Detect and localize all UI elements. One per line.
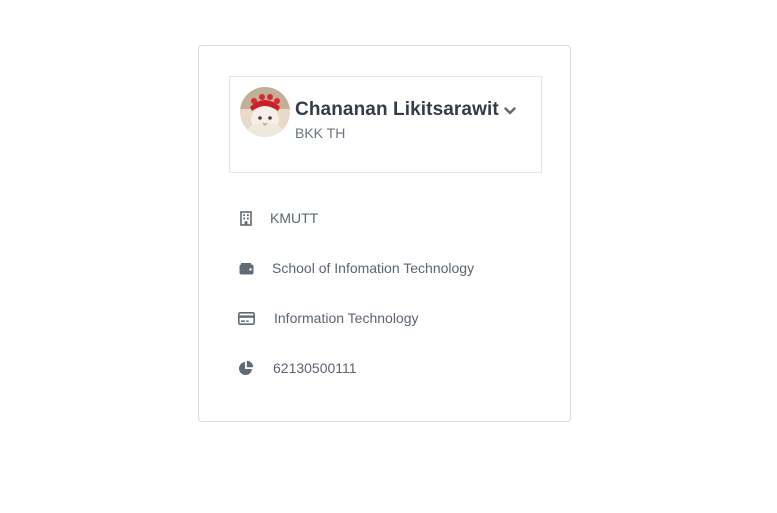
detail-text: Information Technology xyxy=(274,310,419,326)
pie-chart-icon xyxy=(237,360,255,376)
detail-student-id: 62130500111 xyxy=(237,358,357,378)
detail-text: School of Infomation Technology xyxy=(272,260,475,276)
detail-program: Information Technology xyxy=(237,308,419,328)
chevron-down-icon[interactable] xyxy=(504,106,516,116)
detail-university: KMUTT xyxy=(237,208,318,228)
wallet-icon xyxy=(237,260,255,276)
credit-card-icon xyxy=(237,310,255,326)
name-row: Chananan Likitsarawit xyxy=(295,99,516,121)
detail-text: KMUTT xyxy=(270,210,319,226)
avatar[interactable] xyxy=(240,87,290,137)
detail-school: School of Infomation Technology xyxy=(237,258,474,278)
profile-card: Chananan Likitsarawit BKK TH KMUTT Schoo… xyxy=(198,45,571,422)
detail-text: 62130500111 xyxy=(273,360,357,376)
profile-name: Chananan Likitsarawit xyxy=(295,99,499,120)
profile-header: Chananan Likitsarawit BKK TH xyxy=(229,76,542,173)
profile-location: BKK TH xyxy=(295,125,346,141)
building-icon xyxy=(237,210,255,226)
